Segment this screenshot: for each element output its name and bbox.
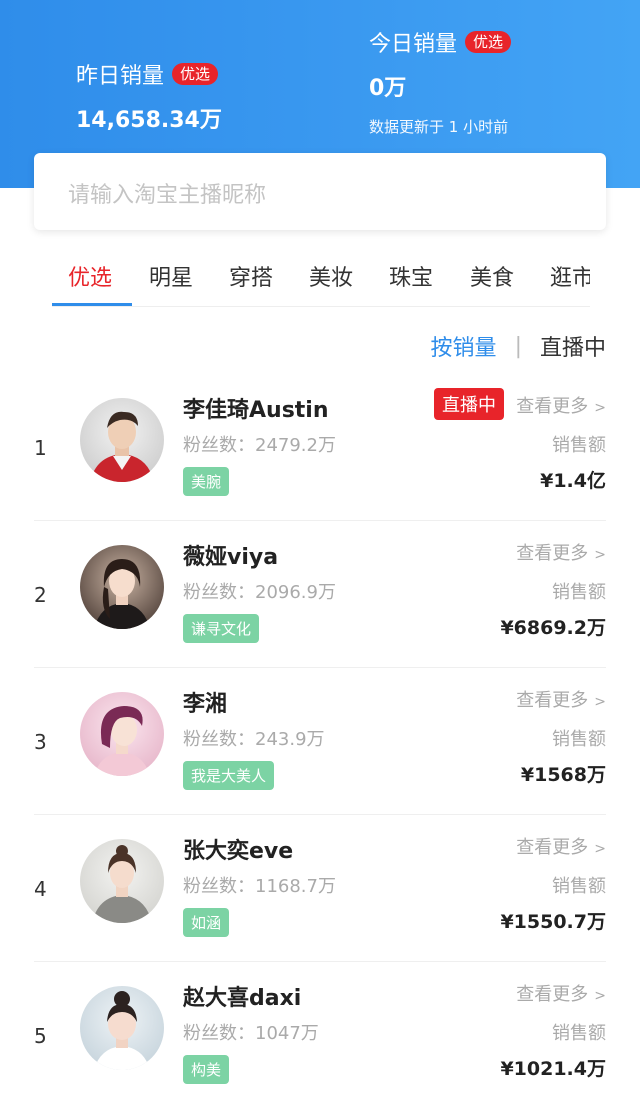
view-more-label: 查看更多 (516, 837, 589, 858)
tab-zhubao[interactable]: 珠宝 (389, 260, 433, 292)
avatar-5[interactable] (80, 986, 164, 1070)
rank-number: 5 (34, 1024, 47, 1048)
view-more-link[interactable]: 查看更多 > (516, 686, 606, 712)
today-badge: 优选 (465, 31, 512, 53)
yesterday-sales-value: 14,658.34万 (76, 108, 222, 133)
anchor-row-5[interactable]: 5 赵大喜daxi 粉丝数：1047万 构美 查看更多 > 销售额 ¥1021.4… (0, 962, 640, 1109)
rank-number: 4 (34, 877, 47, 901)
sales-value: ¥6869.2万 (500, 617, 606, 639)
anchor-row-1[interactable]: 1 李佳琦Austin 粉丝数：2479.2万 美腕 直播中 查看更多 > 销售额… (0, 374, 640, 521)
category-tabs: 优选 明星 穿搭 美妆 珠宝 美食 逛市 (52, 260, 590, 307)
avatar-1[interactable] (80, 398, 164, 482)
fan-count: 粉丝数：2096.9万 (183, 582, 336, 603)
sales-label: 销售额 (552, 876, 606, 897)
agency-tag: 我是大美人 (183, 761, 275, 790)
anchor-row-3[interactable]: 3 李湘 粉丝数：243.9万 我是大美人 查看更多 > 销售额 ¥1568万 (0, 668, 640, 815)
rank-number: 1 (34, 436, 47, 460)
avatar-2[interactable] (80, 545, 164, 629)
sales-label: 销售额 (552, 729, 606, 750)
sort-by-sales[interactable]: 按销量 (431, 330, 497, 362)
tab-chuanda[interactable]: 穿搭 (229, 260, 273, 292)
rank-number: 3 (34, 730, 47, 754)
agency-tag: 谦寻文化 (183, 614, 260, 643)
sales-label: 销售额 (552, 582, 606, 603)
sort-live[interactable]: 直播中 (540, 330, 606, 362)
tab-guangshi[interactable]: 逛市 (550, 260, 590, 292)
tab-mingxing[interactable]: 明星 (149, 260, 193, 292)
agency-tag: 构美 (183, 1055, 230, 1084)
sales-value: ¥1550.7万 (500, 911, 606, 933)
sales-value: ¥1568万 (520, 764, 606, 786)
chevron-right-icon: > (594, 841, 606, 857)
chevron-right-icon: > (594, 547, 606, 563)
view-more-label: 查看更多 (516, 690, 589, 711)
view-more-link[interactable]: 查看更多 > (516, 539, 606, 565)
fan-count: 粉丝数：2479.2万 (183, 435, 336, 456)
fan-count: 粉丝数：243.9万 (183, 729, 325, 750)
search-input[interactable]: 请输入淘宝主播昵称 (68, 177, 266, 209)
view-more-link[interactable]: 查看更多 > (516, 980, 606, 1006)
anchor-row-2[interactable]: 2 薇娅viya 粉丝数：2096.9万 谦寻文化 查看更多 > 销售额 ¥686… (0, 521, 640, 668)
active-tab-indicator (52, 303, 132, 306)
sort-bar: 按销量 | 直播中 (431, 330, 606, 362)
view-more-label: 查看更多 (516, 543, 589, 564)
tab-meizhuang[interactable]: 美妆 (309, 260, 353, 292)
chevron-right-icon: > (594, 694, 606, 710)
anchor-name[interactable]: 薇娅viya (183, 539, 278, 571)
anchor-name[interactable]: 赵大喜daxi (183, 980, 301, 1012)
avatar-3[interactable] (80, 692, 164, 776)
view-more-label: 查看更多 (516, 396, 589, 417)
view-more-label: 查看更多 (516, 984, 589, 1005)
yesterday-badge: 优选 (172, 63, 219, 85)
update-note: 数据更新于 1 小时前 (369, 118, 509, 136)
anchor-row-4[interactable]: 4 张大奕eve 粉丝数：1168.7万 如涵 查看更多 > 销售额 ¥1550.… (0, 815, 640, 962)
fan-count: 粉丝数：1047万 (183, 1023, 319, 1044)
yesterday-sales-label: 昨日销量 (76, 64, 165, 89)
chevron-right-icon: > (594, 400, 606, 416)
today-sales-label: 今日销量 (369, 32, 458, 57)
view-more-link[interactable]: 查看更多 > (516, 392, 606, 418)
sales-value: ¥1.4亿 (540, 470, 606, 492)
search-box[interactable]: 请输入淘宝主播昵称 (34, 153, 606, 230)
agency-tag: 如涵 (183, 908, 230, 937)
tab-youxuan[interactable]: 优选 (68, 260, 112, 292)
tab-meishi[interactable]: 美食 (470, 260, 514, 292)
today-sales: 今日销量 优选 0万 数据更新于 1 小时前 (369, 26, 512, 137)
anchor-name[interactable]: 张大奕eve (183, 833, 293, 865)
sort-divider: | (514, 333, 522, 359)
anchor-name[interactable]: 李佳琦Austin (183, 392, 329, 424)
agency-tag: 美腕 (183, 467, 230, 496)
live-badge[interactable]: 直播中 (434, 388, 504, 420)
sales-label: 销售额 (552, 1023, 606, 1044)
view-more-link[interactable]: 查看更多 > (516, 833, 606, 859)
rank-number: 2 (34, 583, 47, 607)
sales-label: 销售额 (552, 435, 606, 456)
fan-count: 粉丝数：1168.7万 (183, 876, 336, 897)
chevron-right-icon: > (594, 988, 606, 1004)
anchor-name[interactable]: 李湘 (183, 686, 227, 718)
avatar-4[interactable] (80, 839, 164, 923)
yesterday-sales: 昨日销量 优选 14,658.34万 (76, 58, 222, 134)
sales-value: ¥1021.4万 (500, 1058, 606, 1080)
today-sales-value: 0万 (369, 76, 407, 101)
